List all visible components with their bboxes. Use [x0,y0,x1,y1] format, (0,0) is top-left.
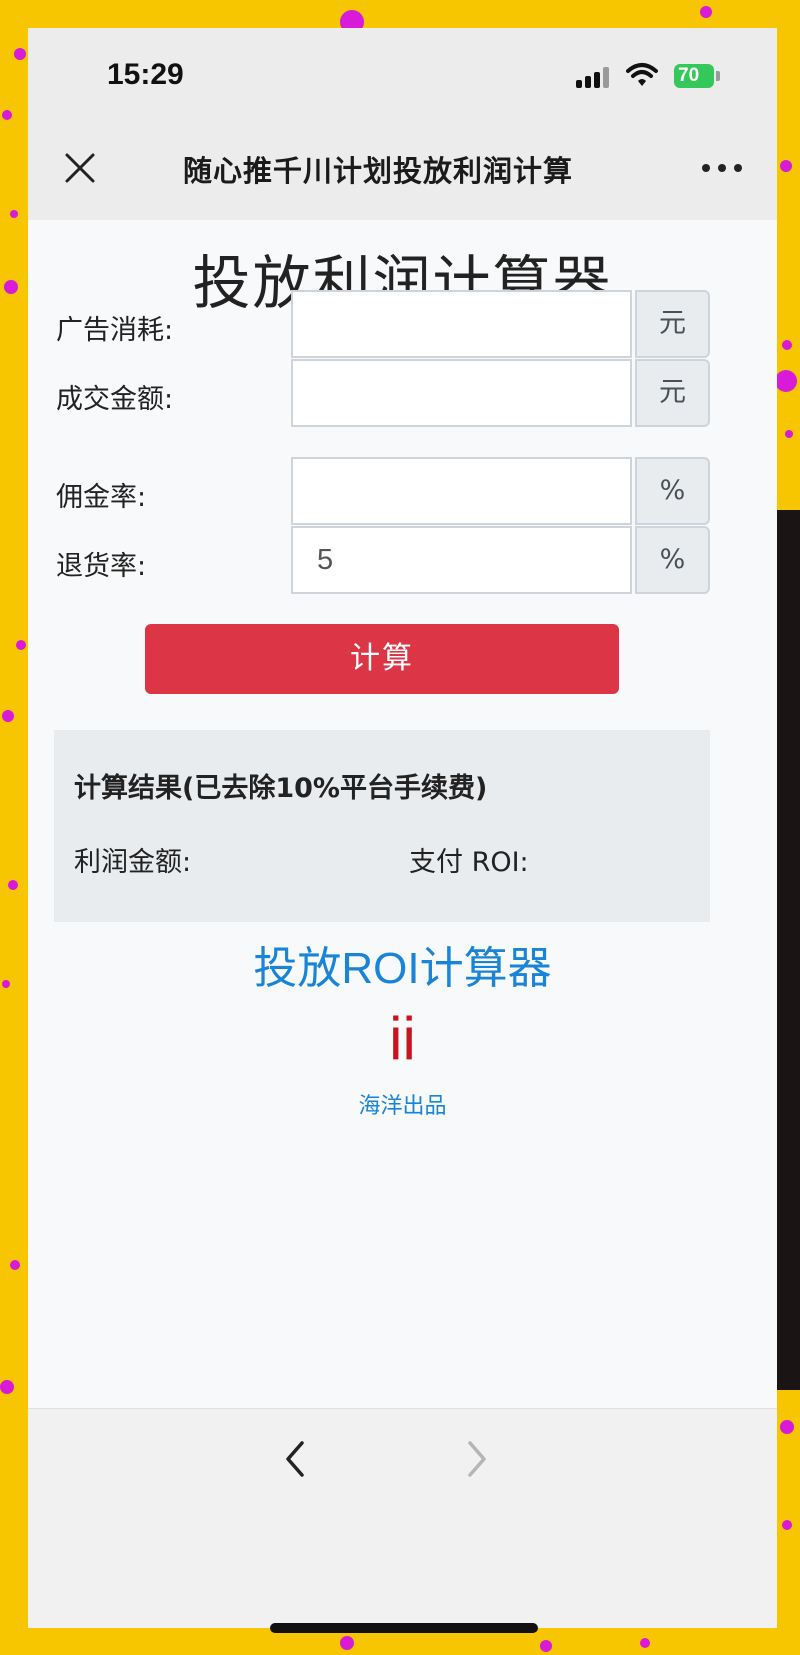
profit-amount-label: 利润金额: [74,847,192,878]
deal-amount-row: 成交金额: 元 [28,359,777,427]
chevron-right-icon[interactable] [462,1439,492,1479]
roi-calculator-link[interactable]: 投放ROI计算器 [28,932,777,996]
wifi-icon [626,63,658,86]
battery-tip [716,71,720,81]
phone-screen: 15:29 70 随心推千川计划投放利润计算 投放利润计算器 广告消耗: 元 成… [28,28,777,1628]
credit-link[interactable]: 海洋出品 [28,1088,777,1120]
bottom-nav-bar [28,1408,777,1628]
commission-rate-row: 佣金率: % [28,457,777,525]
close-icon[interactable] [62,150,98,186]
commission-rate-label: 佣金率: [56,482,147,513]
more-icon[interactable] [700,158,744,178]
status-time: 15:29 [107,58,184,91]
brand-logo: ii [389,1005,416,1072]
nav-title-fade [588,144,638,194]
status-bar: 15:29 70 [28,28,777,118]
signal-icon [576,67,609,88]
return-rate-unit: % [635,526,710,594]
nav-bar: 随心推千川计划投放利润计算 [28,118,777,220]
result-title: 计算结果(已去除10%平台手续费) [74,773,488,804]
return-rate-label: 退货率: [56,551,147,582]
payment-roi-label: 支付 ROI: [409,847,529,878]
return-rate-row: 退货率: 5 % [28,526,777,594]
deal-amount-input[interactable] [291,359,632,427]
return-rate-input[interactable]: 5 [291,526,632,594]
commission-rate-unit: % [635,457,710,525]
battery-icon: 70 [674,64,714,88]
battery-level: 70 [678,65,700,86]
ad-spend-label: 广告消耗: [56,315,174,346]
result-panel: 计算结果(已去除10%平台手续费) 利润金额: 支付 ROI: [54,730,710,922]
home-indicator [270,1623,538,1633]
ad-spend-row: 广告消耗: 元 [28,290,777,358]
deal-amount-label: 成交金额: [56,384,174,415]
chevron-left-icon[interactable] [280,1439,310,1479]
nav-title: 随心推千川计划投放利润计算 [183,154,574,188]
ad-spend-input[interactable] [291,290,632,358]
deal-amount-unit: 元 [635,359,710,427]
calculate-button[interactable]: 计算 [145,624,619,694]
commission-rate-input[interactable] [291,457,632,525]
ad-spend-unit: 元 [635,290,710,358]
